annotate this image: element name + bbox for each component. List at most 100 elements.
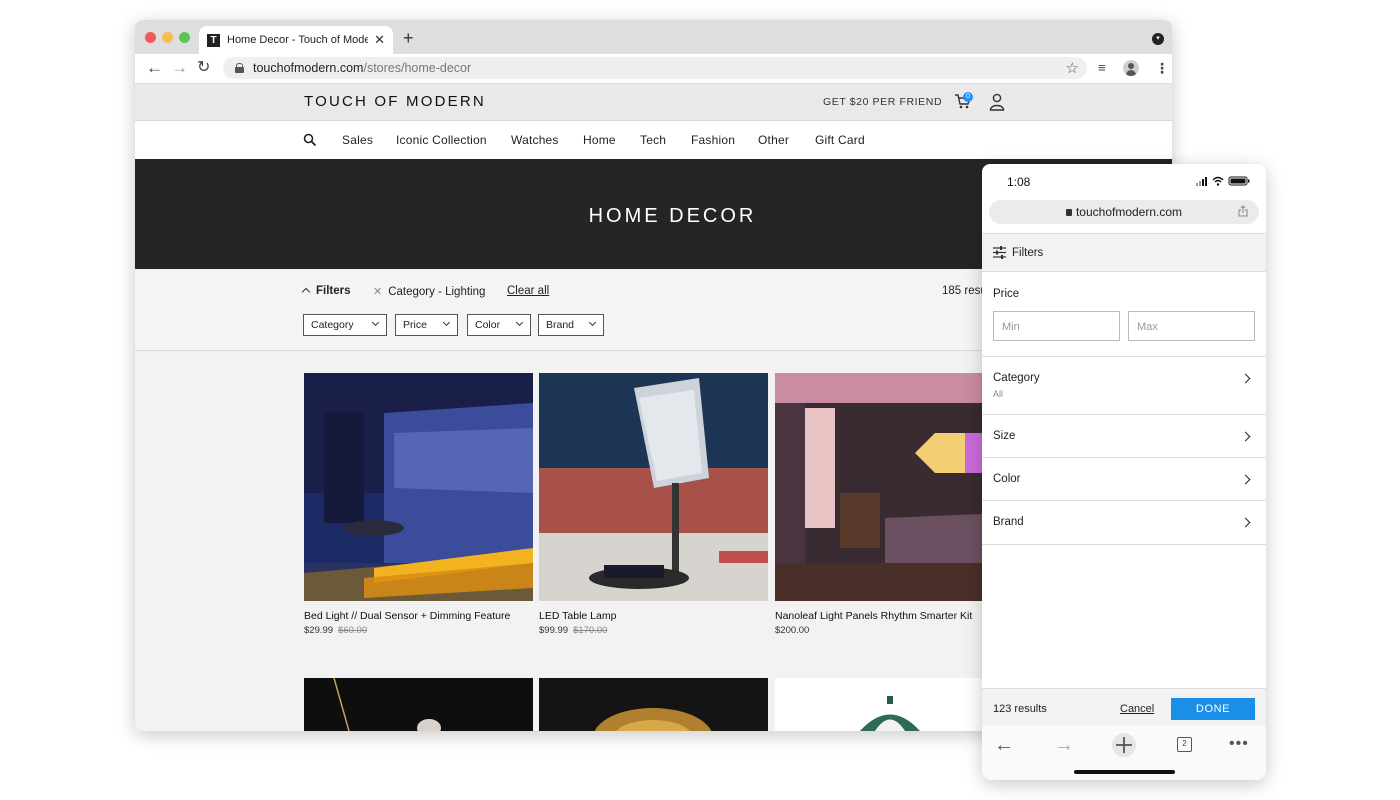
filters-toggle-label: Filters [316,285,351,297]
product-image[interactable] [539,678,768,731]
active-filter-label: Category - Lighting [388,286,486,298]
price-dropdown[interactable]: Price [395,314,458,336]
filters-footer: 123 results Cancel DONE [982,688,1266,726]
nav-link-tech[interactable]: Tech [640,133,666,147]
referral-link[interactable]: GET $20 PER FRIEND [823,96,942,108]
brand-dropdown[interactable]: Brand [538,314,604,336]
remove-filter-icon[interactable]: ✕ [373,286,382,298]
forward-icon[interactable]: → [1054,734,1074,757]
nav-link-other[interactable]: Other [758,133,789,147]
category-dropdown[interactable]: Category [303,314,387,336]
product-name[interactable]: Bed Light // Dual Sensor + Dimming Featu… [304,610,533,622]
account-icon[interactable] [1123,60,1139,76]
product-image[interactable] [775,373,1004,601]
original-price: $170.00 [573,625,608,636]
minimize-window-button[interactable] [162,32,173,43]
chevron-down-icon [515,318,524,327]
tab-search-icon[interactable]: ▾ [1152,33,1164,45]
price-label: Price [993,288,1020,300]
product-image[interactable] [539,373,768,601]
nav-link-home[interactable]: Home [583,133,616,147]
price-dropdown-label: Price [403,319,427,331]
cancel-button[interactable]: Cancel [1120,703,1154,715]
site-logo[interactable]: TOUCH OF MODERN [304,93,486,110]
chevron-down-icon [442,318,451,327]
status-icons [1196,176,1250,186]
more-icon[interactable]: ••• [1229,735,1249,753]
brand-dropdown-label: Brand [546,319,575,331]
chevron-down-icon [588,318,597,327]
close-window-button[interactable] [145,32,156,43]
new-tab-button[interactable]: + [403,28,414,49]
mobile-result-count: 123 results [993,703,1047,715]
filter-row-size[interactable]: Size [982,415,1266,458]
product-price: $200.00 [775,625,1004,636]
chevron-down-icon [371,318,380,327]
filters-panel-title: Filters [1012,247,1044,259]
favicon-icon: T [207,33,220,47]
chevron-right-icon [1240,517,1251,528]
back-icon[interactable]: ← [146,58,163,78]
max-price-input[interactable]: Max [1128,311,1255,341]
filter-row-title: Category [993,372,1040,384]
filter-row-title: Color [993,473,1021,485]
product-name[interactable]: Nanoleaf Light Panels Rhythm Smarter Kit [775,610,1004,622]
address-bar[interactable]: touchofmodern.com/stores/home-decor ☆ [223,57,1087,79]
status-time: 1:08 [1007,175,1031,189]
tabs-count-icon[interactable]: 2 [1177,737,1192,752]
browser-tab[interactable]: T Home Decor - Touch of Modern ✕ [199,26,393,54]
playlist-icon[interactable]: ≡ [1098,60,1106,75]
share-icon[interactable] [1238,205,1248,217]
product-image[interactable] [775,678,983,731]
active-filter-chip[interactable]: ✕ Category - Lighting [373,285,485,298]
color-dropdown-label: Color [475,319,501,331]
site-header: TOUCH OF MODERN GET $20 PER FRIEND 0 [135,84,1172,121]
search-icon[interactable] [303,133,317,147]
mobile-browser-toolbar: ← → 2 ••• [982,726,1266,780]
filter-row-brand[interactable]: Brand [982,501,1266,545]
mobile-url: touchofmodern.com [1075,205,1183,219]
lock-icon [235,63,244,73]
nav-link-gift-card[interactable]: Gift Card [815,133,865,147]
title-bar: T Home Decor - Touch of Modern ✕ + ▾ [135,20,1172,54]
clear-all-link[interactable]: Clear all [507,285,549,297]
product-card[interactable]: Bed Light // Dual Sensor + Dimming Featu… [304,373,533,636]
url-path: /stores/home-decor [363,61,472,75]
user-icon[interactable] [989,93,1005,111]
forward-icon[interactable]: → [171,58,188,78]
product-card[interactable]: Nanoleaf Light Panels Rhythm Smarter Kit… [775,373,1004,636]
star-icon[interactable]: ☆ [1066,59,1079,77]
color-dropdown[interactable]: Color [467,314,531,336]
lock-icon [1065,209,1072,216]
nav-link-watches[interactable]: Watches [511,133,559,147]
product-image[interactable] [304,678,533,731]
done-button[interactable]: DONE [1171,698,1255,720]
chevron-up-icon [301,287,311,297]
tab-close-icon[interactable]: ✕ [374,32,385,48]
sale-price: $200.00 [775,625,810,636]
tab-title: Home Decor - Touch of Modern [227,34,369,46]
plus-icon[interactable] [1111,732,1137,758]
mobile-address-bar[interactable]: touchofmodern.com [989,200,1259,224]
filter-row-category[interactable]: Category All [982,357,1266,415]
original-price: $60.00 [338,625,368,636]
filter-row-value: All [993,389,1004,399]
reload-icon[interactable]: ↻ [197,58,210,78]
menu-icon[interactable]: ⋮ [1155,60,1169,77]
maximize-window-button[interactable] [179,32,190,43]
product-card[interactable]: LED Table Lamp $99.99 $170.00 [539,373,768,636]
filter-row-color[interactable]: Color [982,458,1266,501]
nav-link-fashion[interactable]: Fashion [691,133,735,147]
sale-price: $99.99 [539,625,569,636]
main-nav: Sales Iconic Collection Watches Home Tec… [135,121,1172,159]
filter-row-title: Brand [993,516,1024,528]
min-price-input[interactable]: Min [993,311,1120,341]
nav-link-iconic-collection[interactable]: Iconic Collection [396,133,487,147]
back-icon[interactable]: ← [994,734,1014,757]
product-name[interactable]: LED Table Lamp [539,610,768,622]
nav-link-sales[interactable]: Sales [342,133,373,147]
product-image[interactable] [304,373,533,601]
cart-count-badge: 0 [963,92,973,102]
category-dropdown-label: Category [311,319,354,331]
filters-toggle[interactable]: Filters [301,285,351,297]
